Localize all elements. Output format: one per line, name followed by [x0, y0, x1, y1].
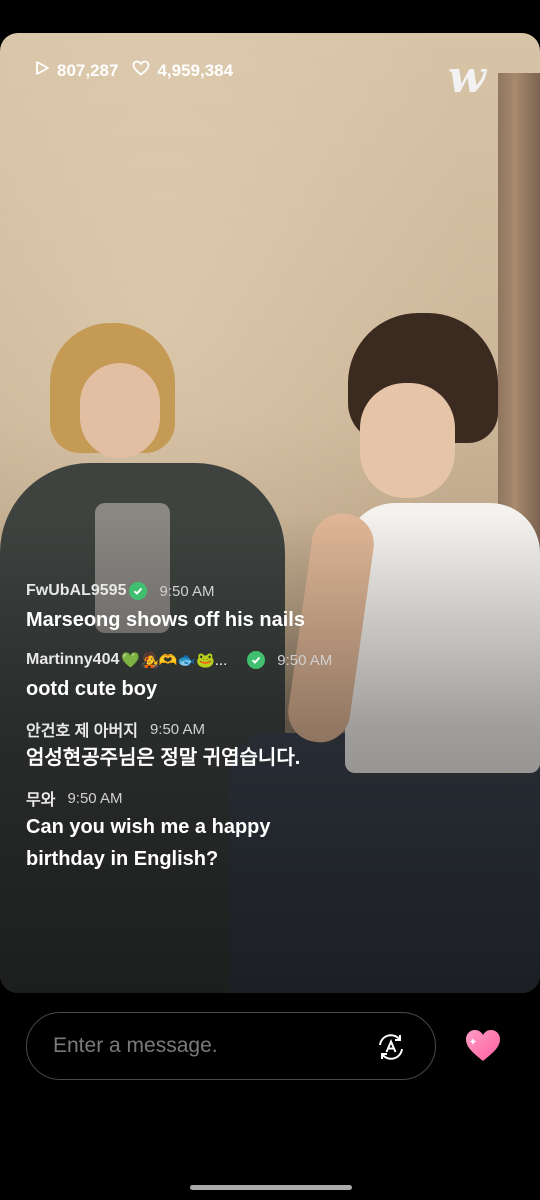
- chat-list: FwUbAL9595 9:50 AM Marseong shows off hi…: [26, 580, 516, 888]
- heart-icon[interactable]: [464, 1028, 502, 1064]
- chat-text: ootd cute boy: [26, 678, 158, 700]
- translate-icon[interactable]: [375, 1031, 407, 1063]
- message-input-container[interactable]: [26, 1012, 436, 1080]
- like-count: 4,959,384: [132, 60, 233, 81]
- chat-message: 무와 9:50 AM Can you wish me a happy birth…: [26, 787, 516, 875]
- home-indicator[interactable]: [190, 1185, 352, 1190]
- person-right-face: [360, 383, 455, 498]
- view-count: 807,287: [34, 60, 118, 81]
- verified-icon: [129, 582, 148, 600]
- chat-time: 9:50 AM: [159, 582, 215, 600]
- person-left-face: [80, 363, 160, 458]
- chat-time: 9:50 AM: [277, 651, 333, 669]
- chat-message: Martinny404 💚🧑‍🎤🫶🐟🐸... 9:50 AM ootd cute…: [26, 649, 516, 705]
- chat-username[interactable]: Martinny404: [26, 651, 119, 669]
- chat-message: 안건호 제 아버지 9:50 AM 엄성현공주님은 정말 귀엽습니다.: [26, 718, 516, 774]
- chat-username[interactable]: 무와: [26, 786, 55, 810]
- view-count-value: 807,287: [57, 60, 119, 80]
- weverse-logo: w: [448, 52, 486, 103]
- like-count-value: 4,959,384: [157, 60, 234, 80]
- chat-time: 9:50 AM: [149, 720, 205, 738]
- chat-time: 9:50 AM: [67, 789, 123, 807]
- verified-icon: [247, 651, 266, 669]
- chat-username[interactable]: FwUbAL9595: [26, 582, 126, 600]
- chat-user-emoji: 💚🧑‍🎤🫶🐟🐸...: [121, 652, 228, 669]
- message-input[interactable]: [51, 1033, 355, 1059]
- chat-message: FwUbAL9595 9:50 AM Marseong shows off hi…: [26, 580, 516, 636]
- chat-username[interactable]: 안건호 제 아버지: [26, 717, 138, 741]
- chat-text: Can you wish me a happy birthday in Engl…: [26, 816, 271, 870]
- play-icon: [34, 60, 57, 81]
- chat-text: 엄성현공주님은 정말 귀엽습니다.: [26, 747, 301, 769]
- heart-outline-icon: [132, 60, 157, 81]
- live-stats: 807,287 4,959,384: [34, 60, 247, 81]
- chat-text: Marseong shows off his nails: [26, 609, 305, 631]
